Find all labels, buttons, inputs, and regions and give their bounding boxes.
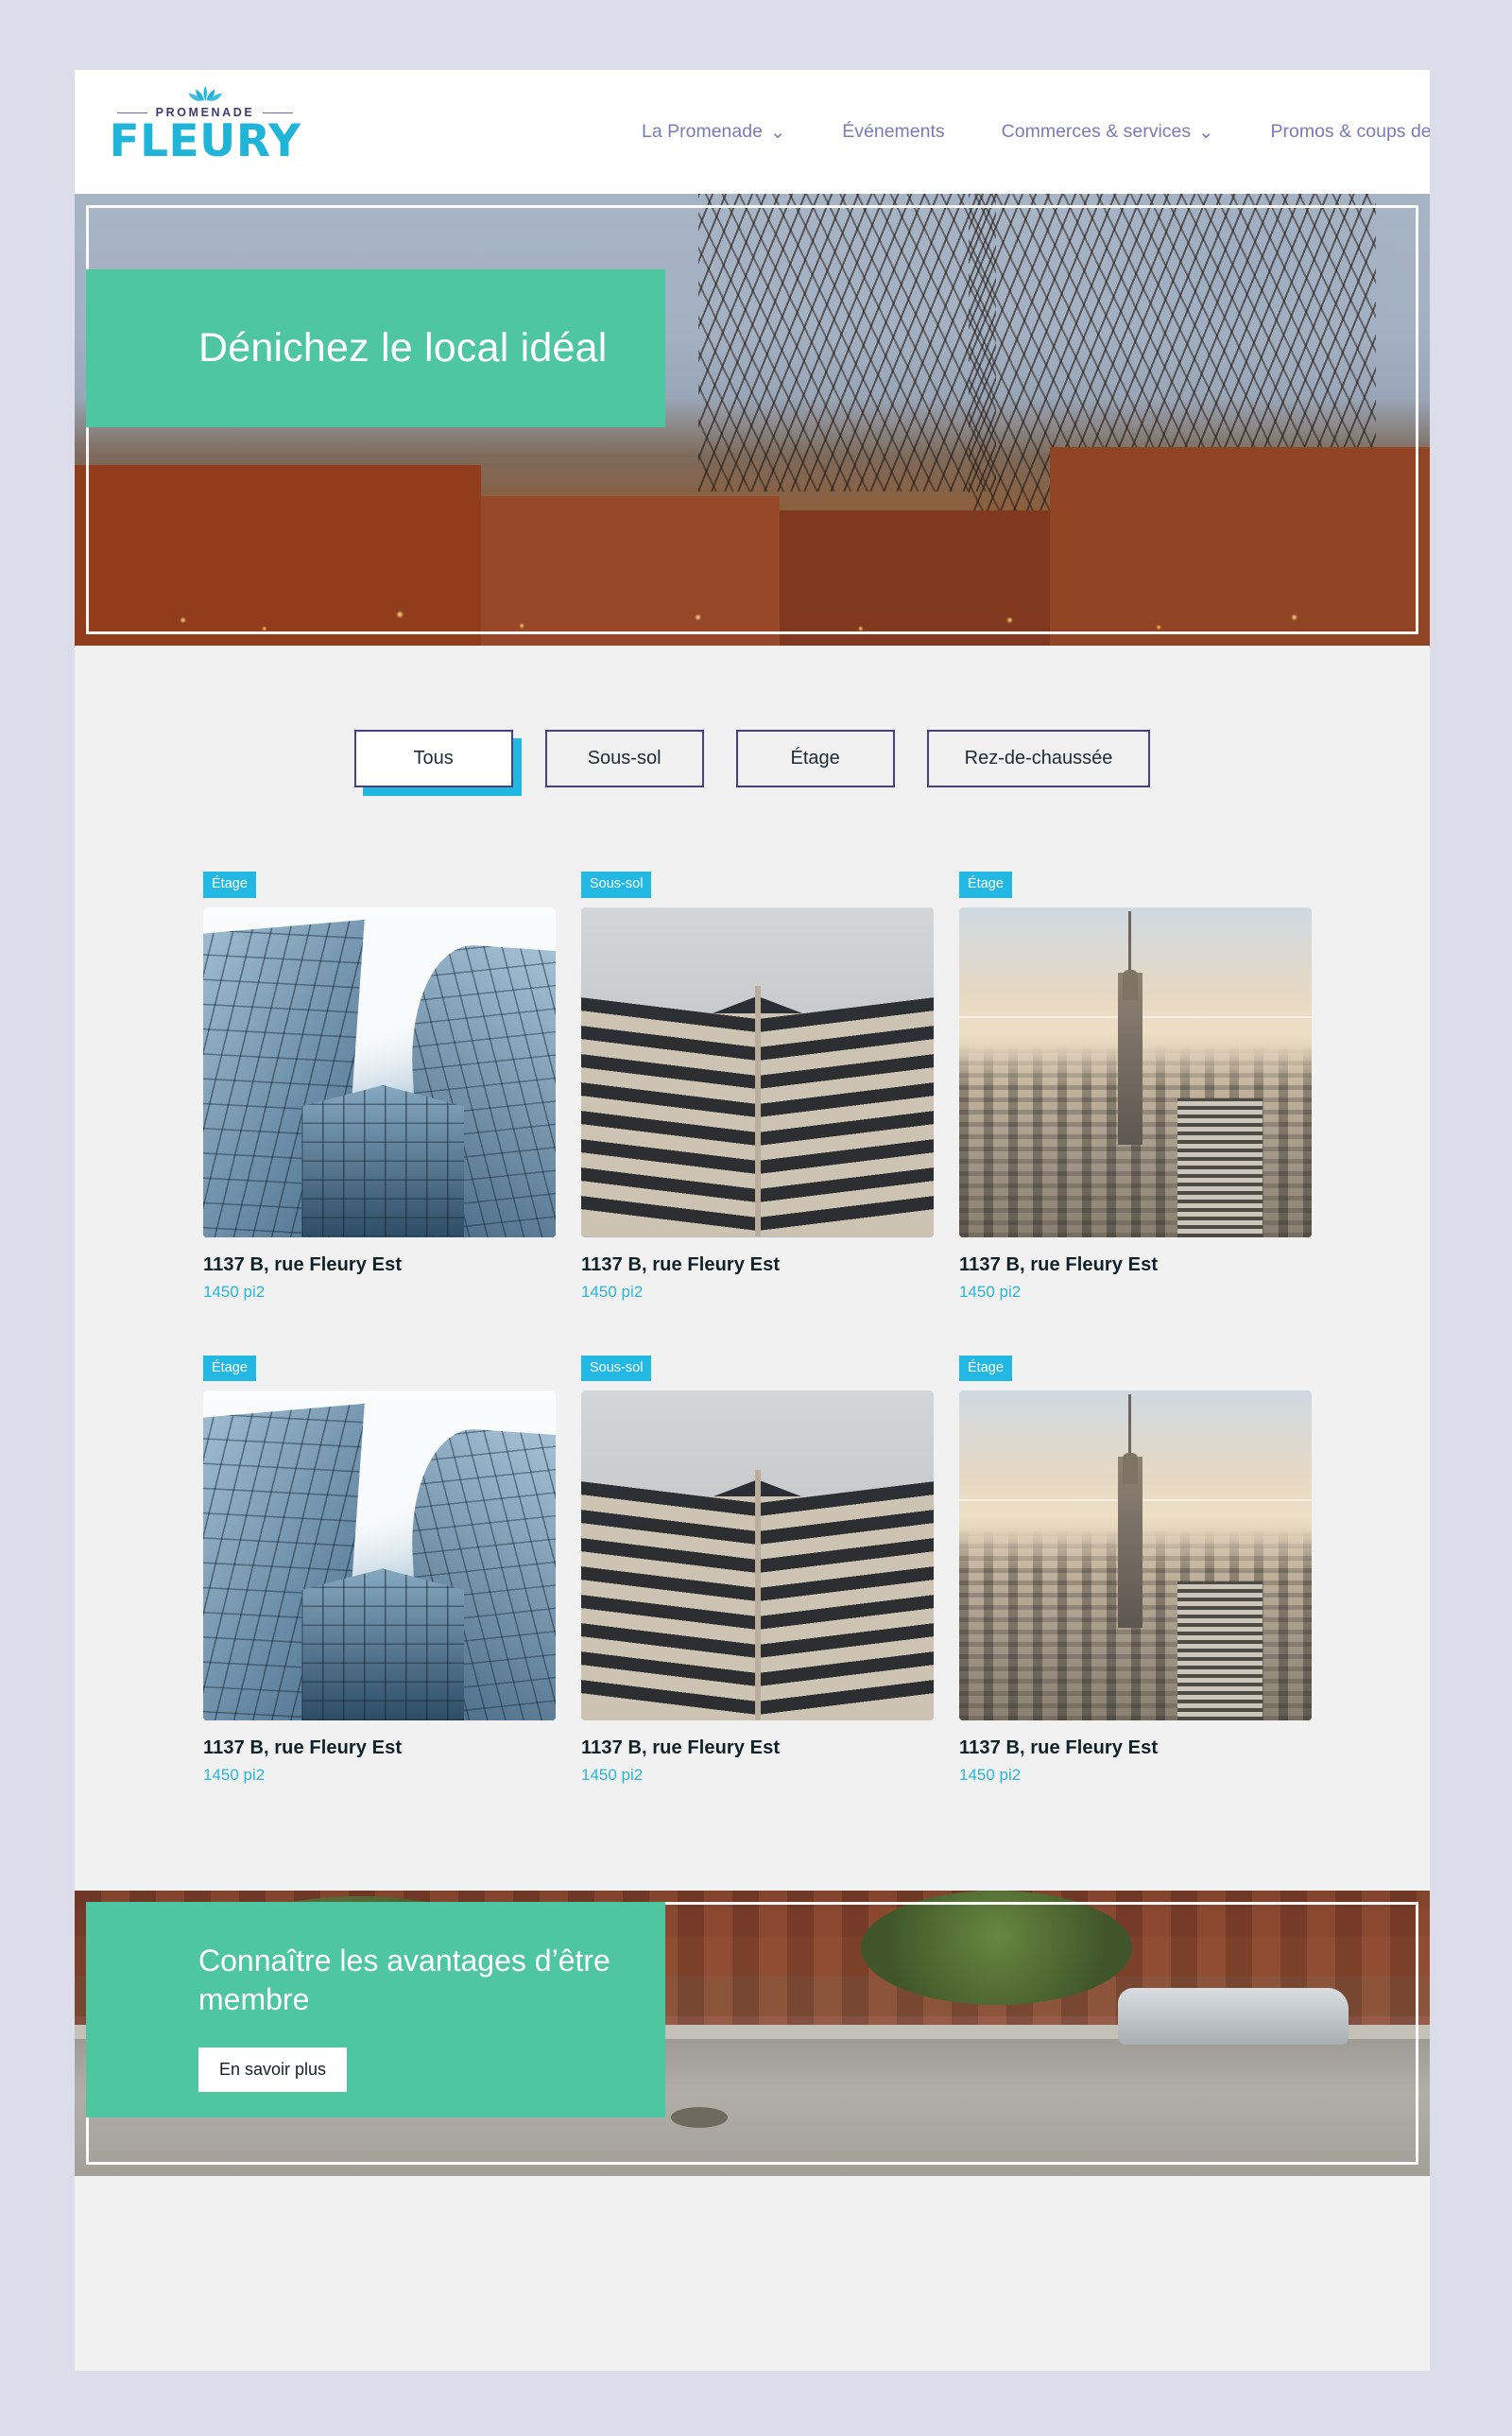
hero-title: Dénichez le local idéal xyxy=(198,324,608,371)
listing-area: 1450 pi2 xyxy=(959,1282,1022,1301)
listing-badge: Étage xyxy=(203,872,256,898)
nav-label: Événements xyxy=(842,121,945,142)
listing-image-glass-towers xyxy=(203,907,556,1237)
listing-image-city-skyline xyxy=(959,1391,1312,1720)
site-logo[interactable]: PROMENADE FLEURY xyxy=(106,85,304,167)
filter-button-sous-sol[interactable]: Sous-sol xyxy=(544,730,704,787)
learn-more-button[interactable]: En savoir plus xyxy=(198,2047,348,2092)
nav-item-la-promenade[interactable]: La Promenade ⌄ xyxy=(642,121,785,144)
membership-cta-banner: Connaître les avantages d’être membre En… xyxy=(75,1891,1430,2176)
logo-brand-text: FLEURY xyxy=(109,115,301,167)
nav-label: Promos & coups de xyxy=(1270,121,1430,142)
listing-image-office-corner xyxy=(581,907,934,1237)
listing-card[interactable]: Étage 1137 B, rue Fleury Est 1450 pi2 xyxy=(203,1355,581,1786)
listing-card[interactable]: Étage 1137 B, rue Fleury Est 1450 pi2 xyxy=(959,1355,1337,1786)
listing-title: 1137 B, rue Fleury Est xyxy=(203,1737,403,1758)
listing-grid: Étage 1137 B, rue Fleury Est 1450 pi2 So… xyxy=(75,787,1430,1785)
nav-item-evenements[interactable]: Événements xyxy=(842,121,944,143)
site-header: PROMENADE FLEURY La Promenade ⌄ Événemen… xyxy=(75,70,1430,194)
listing-title: 1137 B, rue Fleury Est xyxy=(581,1737,781,1758)
leaf-crown-icon xyxy=(188,86,222,101)
listing-card[interactable]: Étage 1137 B, rue Fleury Est 1450 pi2 xyxy=(959,872,1337,1302)
listing-area: 1450 pi2 xyxy=(581,1766,644,1784)
tree-silhouette xyxy=(697,194,997,492)
listing-area: 1450 pi2 xyxy=(959,1766,1022,1784)
listing-area: 1450 pi2 xyxy=(203,1766,266,1784)
nav-label: Commerces & services xyxy=(1001,121,1192,142)
logo-rule-right xyxy=(263,112,294,113)
listing-title: 1137 B, rue Fleury Est xyxy=(581,1253,781,1275)
listing-title: 1137 B, rue Fleury Est xyxy=(959,1737,1159,1758)
listing-badge: Sous-sol xyxy=(581,872,652,898)
main-navigation: La Promenade ⌄ Événements Commerces & se… xyxy=(642,70,1430,194)
listing-badge: Sous-sol xyxy=(581,1355,652,1381)
filter-bar: Tous Sous-sol Étage Rez-de-chaussée xyxy=(75,646,1430,787)
chevron-down-icon: ⌄ xyxy=(1198,121,1214,143)
cta-title: Connaître les avantages d’être membre xyxy=(198,1944,610,2016)
nav-label: La Promenade xyxy=(642,121,763,142)
string-lights xyxy=(75,504,1430,646)
filter-button-rez-de-chaussee[interactable]: Rez-de-chaussée xyxy=(926,730,1151,787)
listing-card[interactable]: Sous-sol 1137 B, rue Fleury Est 1450 pi2 xyxy=(581,1355,959,1786)
filter-button-tous[interactable]: Tous xyxy=(353,730,513,787)
listing-image-office-corner xyxy=(581,1391,934,1720)
page-container: PROMENADE FLEURY La Promenade ⌄ Événemen… xyxy=(75,70,1430,2371)
filter-button-etage[interactable]: Étage xyxy=(735,730,895,787)
listing-area: 1450 pi2 xyxy=(581,1282,644,1301)
listing-title: 1137 B, rue Fleury Est xyxy=(959,1253,1159,1275)
hero-text-panel: Dénichez le local idéal xyxy=(86,269,665,427)
cta-text-panel: Connaître les avantages d’être membre En… xyxy=(86,1902,665,2117)
nav-item-commerces-services[interactable]: Commerces & services ⌄ xyxy=(1002,121,1214,144)
chevron-down-icon: ⌄ xyxy=(769,121,786,143)
listing-title: 1137 B, rue Fleury Est xyxy=(203,1253,403,1275)
listing-badge: Étage xyxy=(203,1355,256,1381)
nav-item-promos[interactable]: Promos & coups de xyxy=(1270,121,1430,143)
logo-rule-left xyxy=(116,112,147,113)
listing-card[interactable]: Sous-sol 1137 B, rue Fleury Est 1450 pi2 xyxy=(581,872,959,1302)
listing-area: 1450 pi2 xyxy=(203,1282,266,1301)
listing-image-city-skyline xyxy=(959,907,1312,1237)
listing-badge: Étage xyxy=(959,872,1012,898)
listing-card[interactable]: Étage 1137 B, rue Fleury Est 1450 pi2 xyxy=(203,872,581,1302)
listing-image-glass-towers xyxy=(203,1391,556,1720)
listing-badge: Étage xyxy=(959,1355,1012,1381)
hero-banner: Dénichez le local idéal xyxy=(75,194,1430,646)
